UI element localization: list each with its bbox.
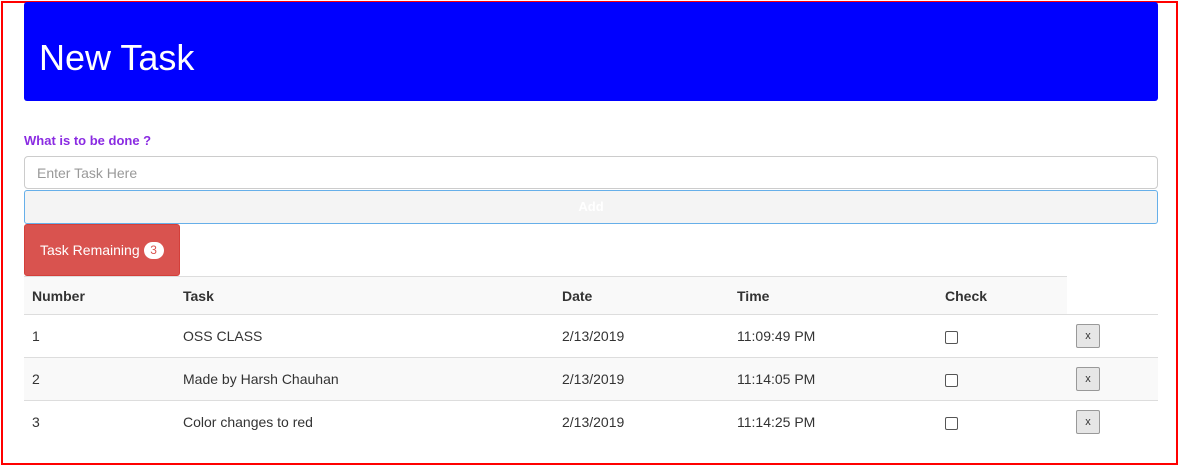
row-check-cell bbox=[937, 357, 1067, 401]
table-header-row: Number Task Date Time Check bbox=[24, 276, 1158, 315]
header-date: Date bbox=[554, 276, 729, 315]
header-number: Number bbox=[24, 276, 175, 315]
remaining-count-badge: 3 bbox=[143, 241, 164, 259]
delete-task-button[interactable]: x bbox=[1076, 324, 1100, 348]
row-number: 3 bbox=[32, 414, 40, 431]
row-task: Made by Harsh Chauhan bbox=[175, 357, 554, 401]
row-task: OSS CLASS bbox=[175, 314, 554, 358]
table-row: 3 Color changes to red 2/13/2019 11:14:2… bbox=[24, 401, 1158, 444]
delete-task-button[interactable]: x bbox=[1076, 367, 1100, 391]
delete-task-button[interactable]: x bbox=[1076, 410, 1100, 435]
header-time: Time bbox=[729, 276, 937, 315]
task-question-label: What is to be done ? bbox=[24, 133, 152, 148]
row-check-cell bbox=[937, 314, 1067, 358]
row-time: 11:09:49 PM bbox=[729, 314, 937, 358]
add-button[interactable]: Add bbox=[24, 190, 1158, 224]
task-table: Number Task Date Time Check 1 OSS CLASS … bbox=[24, 276, 1158, 444]
table-row: 1 OSS CLASS 2/13/2019 11:09:49 PM x bbox=[24, 314, 1158, 358]
row-task: Color changes to red bbox=[183, 414, 313, 431]
row-time: 11:14:05 PM bbox=[729, 357, 937, 401]
header-task: Task bbox=[175, 276, 554, 315]
row-time: 11:14:25 PM bbox=[737, 414, 816, 431]
page-title: New Task bbox=[39, 37, 195, 78]
header-actions bbox=[1067, 276, 1158, 315]
row-date: 2/13/2019 bbox=[554, 357, 729, 401]
row-date: 2/13/2019 bbox=[562, 414, 625, 431]
task-remaining-button[interactable]: Task Remaining 3 bbox=[24, 224, 180, 276]
task-checkbox[interactable] bbox=[945, 373, 958, 387]
page-header: New Task bbox=[24, 2, 1158, 101]
row-number: 1 bbox=[24, 314, 175, 358]
header-check: Check bbox=[937, 276, 1067, 315]
row-date: 2/13/2019 bbox=[554, 314, 729, 358]
row-check-cell bbox=[937, 401, 1067, 444]
row-number: 2 bbox=[24, 357, 175, 401]
row-remove-cell: x bbox=[1067, 401, 1158, 444]
task-checkbox[interactable] bbox=[945, 330, 958, 344]
task-checkbox[interactable] bbox=[945, 417, 958, 431]
table-row: 2 Made by Harsh Chauhan 2/13/2019 11:14:… bbox=[24, 357, 1158, 401]
row-remove-cell: x bbox=[1067, 357, 1158, 401]
task-remaining-label: Task Remaining bbox=[40, 242, 140, 258]
task-input[interactable] bbox=[24, 156, 1158, 189]
row-remove-cell: x bbox=[1067, 314, 1158, 358]
